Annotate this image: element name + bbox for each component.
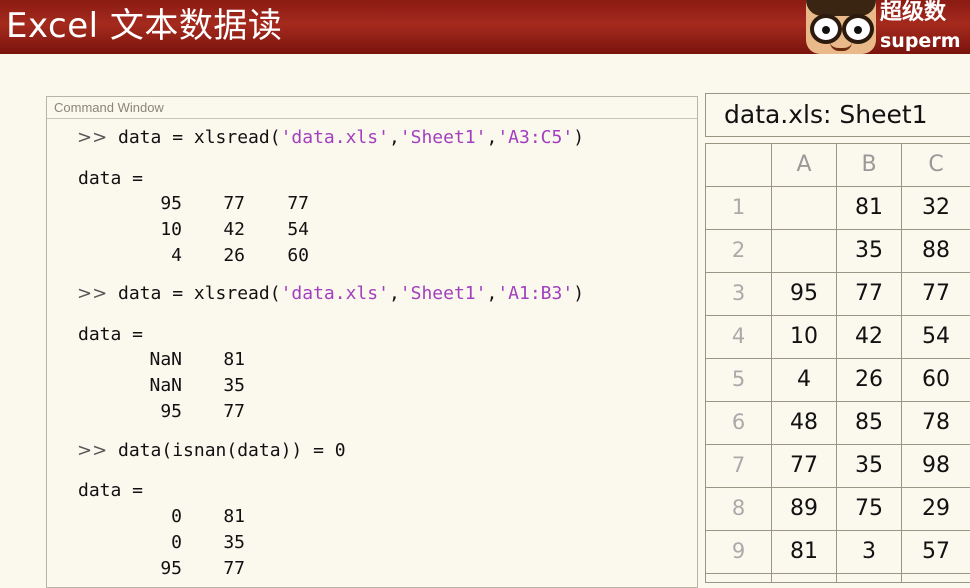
result-label: data = xyxy=(78,480,144,501)
title-bar: Excel 文本数据读 超级数 superm xyxy=(0,0,970,54)
table-cell-partial xyxy=(772,574,837,582)
mascot-logo-icon xyxy=(806,0,876,54)
table-cell[interactable]: 78 xyxy=(902,402,970,445)
table-cell[interactable]: 32 xyxy=(902,187,970,230)
table-cell[interactable]: 85 xyxy=(837,402,902,445)
table-cell[interactable]: 54 xyxy=(902,316,970,359)
result-value: 81 xyxy=(223,506,245,527)
table-cell[interactable]: 35 xyxy=(837,445,902,488)
column-header-a[interactable]: A xyxy=(772,144,837,187)
table-cell[interactable]: 60 xyxy=(902,359,970,402)
table-cell[interactable]: 10 xyxy=(772,316,837,359)
table-cell[interactable]: 77 xyxy=(902,273,970,316)
result-value: 77 xyxy=(287,193,309,214)
row-header[interactable]: 7 xyxy=(706,445,772,488)
result-value: NaN xyxy=(149,349,182,370)
table-cell[interactable] xyxy=(772,230,837,273)
result-label: data = xyxy=(78,168,144,189)
table-cell[interactable]: 57 xyxy=(902,531,970,574)
result-value: 0 xyxy=(171,532,182,553)
spreadsheet-grid[interactable]: A B C 1 81 32 2 35 88 3 95 77 77 4 10 42 54 5 4 26 60 6 48 85 78… xyxy=(705,143,970,583)
table-cell-partial xyxy=(837,574,902,582)
logo-text-cn: 超级数 xyxy=(880,0,947,25)
corner-cell xyxy=(706,144,772,187)
result-value: NaN xyxy=(149,375,182,396)
command-line: >> data = xlsread('data.xls','Sheet1','A… xyxy=(77,283,585,304)
row-header[interactable]: 9 xyxy=(706,531,772,574)
sheet-title: data.xls: Sheet1 xyxy=(705,93,970,137)
command-window-caption: Command Window xyxy=(47,97,697,119)
table-cell[interactable]: 42 xyxy=(837,316,902,359)
row-header[interactable]: 2 xyxy=(706,230,772,273)
result-value: 95 xyxy=(160,193,182,214)
table-cell[interactable]: 4 xyxy=(772,359,837,402)
prompt: >> xyxy=(77,440,108,461)
table-cell[interactable]: 81 xyxy=(837,187,902,230)
table-cell[interactable]: 95 xyxy=(772,273,837,316)
result-value: 35 xyxy=(223,532,245,553)
row-header[interactable]: 8 xyxy=(706,488,772,531)
table-cell[interactable]: 48 xyxy=(772,402,837,445)
prompt: >> xyxy=(77,127,108,148)
slide-title: Excel 文本数据读 xyxy=(6,6,283,46)
result-value: 10 xyxy=(160,219,182,240)
result-label: data = xyxy=(78,324,144,345)
table-cell[interactable] xyxy=(772,187,837,230)
table-cell[interactable]: 88 xyxy=(902,230,970,273)
row-header[interactable]: 4 xyxy=(706,316,772,359)
table-cell[interactable]: 89 xyxy=(772,488,837,531)
table-cell[interactable]: 29 xyxy=(902,488,970,531)
table-cell-partial xyxy=(902,574,970,582)
command-line: >> data(isnan(data)) = 0 xyxy=(77,440,346,461)
result-value: 26 xyxy=(223,245,245,266)
result-value: 77 xyxy=(223,401,245,422)
result-value: 54 xyxy=(287,219,309,240)
result-value: 60 xyxy=(287,245,309,266)
table-cell-partial xyxy=(706,574,772,582)
result-value: 0 xyxy=(171,506,182,527)
row-header[interactable]: 1 xyxy=(706,187,772,230)
table-cell[interactable]: 75 xyxy=(837,488,902,531)
table-cell[interactable]: 35 xyxy=(837,230,902,273)
result-value: 77 xyxy=(223,193,245,214)
row-header[interactable]: 3 xyxy=(706,273,772,316)
result-value: 42 xyxy=(223,219,245,240)
result-value: 95 xyxy=(160,401,182,422)
column-header-c[interactable]: C xyxy=(902,144,970,187)
row-header[interactable]: 6 xyxy=(706,402,772,445)
logo-text-en: superm xyxy=(880,30,961,52)
table-cell[interactable]: 26 xyxy=(837,359,902,402)
result-value: 81 xyxy=(223,349,245,370)
table-cell[interactable]: 77 xyxy=(837,273,902,316)
row-header[interactable]: 5 xyxy=(706,359,772,402)
table-cell[interactable]: 81 xyxy=(772,531,837,574)
result-value: 35 xyxy=(223,375,245,396)
table-cell[interactable]: 3 xyxy=(837,531,902,574)
column-header-b[interactable]: B xyxy=(837,144,902,187)
table-cell[interactable]: 98 xyxy=(902,445,970,488)
command-line: >> data = xlsread('data.xls','Sheet1','A… xyxy=(77,127,585,148)
command-window[interactable]: Command Window >> data = xlsread('data.x… xyxy=(46,96,698,588)
result-value: 4 xyxy=(171,245,182,266)
prompt: >> xyxy=(77,283,108,304)
table-cell[interactable]: 77 xyxy=(772,445,837,488)
